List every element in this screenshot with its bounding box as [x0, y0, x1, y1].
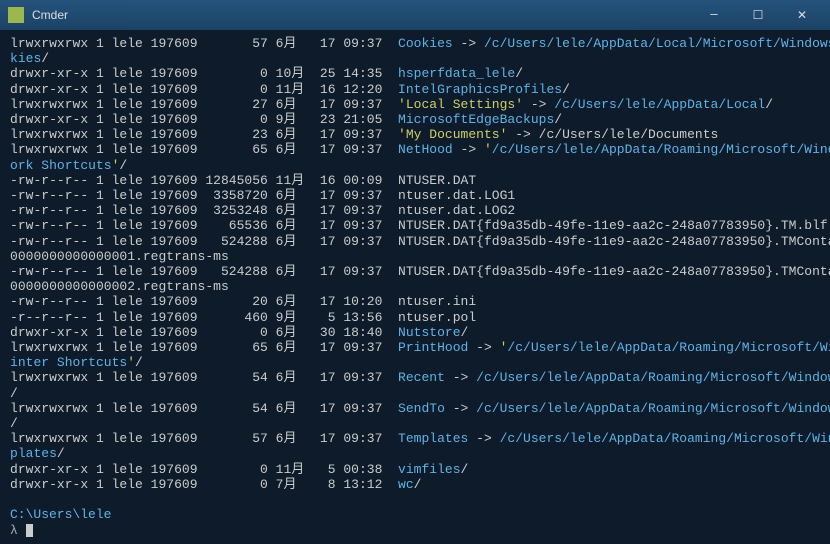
- ls-row: -rw-r--r-- 1 lele 197609 3358720 6月 17 0…: [10, 188, 820, 203]
- ls-row: drwxr-xr-x 1 lele 197609 0 11月 5 00:38 v…: [10, 462, 820, 477]
- window-controls: ─ ☐ ✕: [694, 3, 822, 27]
- titlebar[interactable]: Cmder ─ ☐ ✕: [0, 0, 830, 30]
- close-button[interactable]: ✕: [782, 3, 822, 27]
- minimize-button[interactable]: ─: [694, 3, 734, 27]
- ls-row: -rw-r--r-- 1 lele 197609 524288 6月 17 09…: [10, 234, 820, 264]
- ls-row: lrwxrwxrwx 1 lele 197609 54 6月 17 09:37 …: [10, 370, 820, 400]
- maximize-button[interactable]: ☐: [738, 3, 778, 27]
- ls-row: lrwxrwxrwx 1 lele 197609 65 6月 17 09:37 …: [10, 340, 820, 370]
- ls-row: -rw-r--r-- 1 lele 197609 65536 6月 17 09:…: [10, 218, 820, 233]
- ls-row: lrwxrwxrwx 1 lele 197609 65 6月 17 09:37 …: [10, 142, 820, 172]
- app-icon: [8, 7, 24, 23]
- prompt-line: C:\Users\lele: [10, 507, 820, 522]
- ls-row: drwxr-xr-x 1 lele 197609 0 9月 23 21:05 M…: [10, 112, 820, 127]
- ls-row: lrwxrwxrwx 1 lele 197609 23 6月 17 09:37 …: [10, 127, 820, 142]
- ls-row: drwxr-xr-x 1 lele 197609 0 11月 16 12:20 …: [10, 82, 820, 97]
- window-title: Cmder: [32, 8, 694, 22]
- ls-row: drwxr-xr-x 1 lele 197609 0 6月 30 18:40 N…: [10, 325, 820, 340]
- cursor-icon: [26, 524, 33, 537]
- ls-row: drwxr-xr-x 1 lele 197609 0 10月 25 14:35 …: [10, 66, 820, 81]
- ls-row: -rw-r--r-- 1 lele 197609 3253248 6月 17 0…: [10, 203, 820, 218]
- blank-line: [10, 492, 820, 507]
- ls-row: -rw-r--r-- 1 lele 197609 12845056 11月 16…: [10, 173, 820, 188]
- ls-row: lrwxrwxrwx 1 lele 197609 57 6月 17 09:37 …: [10, 431, 820, 461]
- ls-row: -rw-r--r-- 1 lele 197609 20 6月 17 10:20 …: [10, 294, 820, 309]
- ls-row: drwxr-xr-x 1 lele 197609 0 7月 8 13:12 wc…: [10, 477, 820, 492]
- ls-row: -r--r--r-- 1 lele 197609 460 9月 5 13:56 …: [10, 310, 820, 325]
- prompt-input-line[interactable]: λ: [10, 523, 820, 538]
- terminal-body[interactable]: lrwxrwxrwx 1 lele 197609 57 6月 17 09:37 …: [0, 30, 830, 542]
- ls-row: lrwxrwxrwx 1 lele 197609 54 6月 17 09:37 …: [10, 401, 820, 431]
- ls-row: -rw-r--r-- 1 lele 197609 524288 6月 17 09…: [10, 264, 820, 294]
- ls-row: lrwxrwxrwx 1 lele 197609 27 6月 17 09:37 …: [10, 97, 820, 112]
- ls-row: lrwxrwxrwx 1 lele 197609 57 6月 17 09:37 …: [10, 36, 820, 66]
